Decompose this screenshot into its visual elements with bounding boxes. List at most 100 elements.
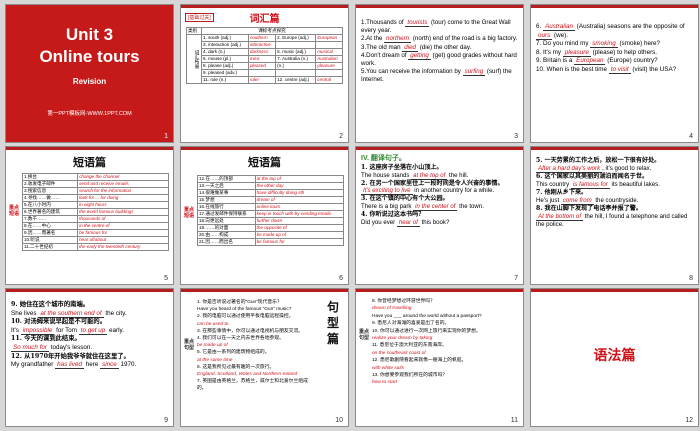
slide-number: 5 [164, 275, 168, 282]
slide-text: in the centre of [77, 222, 169, 230]
slide-text: 4.Don't dream of [361, 51, 409, 59]
slide-number: 12 [685, 417, 693, 424]
slide-text: smoking [590, 40, 618, 49]
slide-text: 8. 我在山脚下发现了电话亭并报了警。 [536, 205, 642, 212]
slide-text: 12. 从1970年开始我爷爷就住在这里了。 [11, 352, 130, 360]
slide-thumbnail-5[interactable]: 短语篇 重点短语 1.换台 change the channel 2.收发电子邮件… [5, 146, 174, 285]
slide-text: She lives [11, 309, 39, 317]
slide-text: the town. [457, 202, 484, 210]
slide-text: getting [408, 51, 431, 60]
slide-text: how to start [372, 380, 397, 386]
slide-text: 4. 你听说过这本书吗？ [361, 210, 425, 218]
slide-text: send and receive emails [77, 180, 169, 188]
slide-thumbnail-11[interactable]: 重点句型 8. 你曾经梦想过环游世界吗？ dream of travelling… [355, 288, 524, 427]
slide-thumbnail-4[interactable]: 6. Australian (Australia) seasons are th… [530, 4, 699, 143]
slide-text: 9.因……而著名 [21, 229, 79, 237]
slide-text: 11. 今天的课到此结束。 [11, 335, 81, 343]
slide-heading: 短语篇 [248, 156, 281, 169]
slide-text: 1.Thousands of [361, 19, 406, 26]
slide-text: dream of travelling [372, 306, 412, 312]
slide-text: musical [315, 48, 343, 56]
slide-text: on the southeast coast of [372, 350, 426, 356]
slide-text: at the top of [411, 171, 448, 180]
slide-number: 6 [339, 275, 343, 282]
slide-text: 11. 悉尼位于澳大利亚的东南海岸。 [372, 343, 447, 349]
slide-text: northern [384, 35, 412, 44]
slide-text: 3.搜索信息 [21, 187, 79, 195]
slide-thumbnail-1[interactable]: Unit 3 Online tours Revision 第一PPT模板网-WW… [5, 4, 174, 143]
slide-text: keep in touch with by sending emails [254, 210, 345, 218]
slide-number: 1 [164, 133, 168, 140]
slide-text: 7. 他刚从乡下来。 [536, 189, 588, 196]
translation-list: 1. 这座房子坐落在小山顶上。 The house stands at the … [361, 164, 519, 227]
slide-text: 5. music (adj.) [275, 48, 317, 56]
slide-thumbnail-3[interactable]: 1.Thousands of tourists (tour) come to t… [355, 4, 524, 143]
slide-text: 16.在线旅行 [197, 203, 256, 211]
slide-text: the opposite of [254, 224, 345, 232]
slide-text: pleasure [562, 48, 591, 57]
slide-text: After a hard day's work [536, 165, 603, 173]
slide-subtitle: Revision [72, 77, 107, 86]
slide-number: 4 [689, 133, 693, 140]
slide-text: 12. centre (adj.) [275, 76, 317, 84]
slide-text: pleasure [315, 62, 343, 70]
slide-number: 11 [510, 417, 518, 424]
slide-text: This country [536, 181, 571, 188]
slide-text: 4.寻找……做…… [21, 194, 79, 202]
slide-text: 8. please (adj.) [201, 62, 249, 70]
slide-text: 2. 我的电脑可以通过使用平板电脑远程操控。 [197, 314, 294, 320]
slide-text: 9. pleased (adv.) [201, 69, 249, 77]
table-header: 课标考点探究 [201, 27, 343, 35]
slide-text: There is a big park [361, 202, 414, 210]
slide-text: the city. [103, 309, 127, 317]
sentence-list: 1. 你是否听说过著名的“Gun”现代音乐？ Have you heard of… [197, 299, 312, 393]
slide-text: 10. 对汤姆来说早起是不可能的。 [11, 318, 107, 326]
slide-thumbnail-12[interactable]: 语法篇 12 [530, 288, 699, 427]
slide-text: Did you ever [361, 218, 397, 226]
slide-text: (Europe) country? [605, 57, 658, 65]
slide-thumbnail-6[interactable]: 短语篇 重点短语 12.在……的顶部 at the top of 13.一天之后 t… [180, 146, 349, 285]
slide-text: 9. Britain is a [536, 57, 575, 65]
slide-number: 7 [514, 275, 518, 282]
slide-text: 11.二十世纪初 [21, 243, 79, 251]
slide-number: 3 [514, 133, 518, 140]
slide-text: 6. mouse (pl.) [201, 55, 249, 63]
slide-text: Have you ___ around the world without a … [372, 313, 482, 319]
slide-title-topic: Online tours [39, 47, 140, 66]
slide-text: 12.在……的顶部 [197, 175, 256, 183]
slide-sorter: Unit 3 Online tours Revision 第一PPT模板网-WW… [0, 0, 700, 431]
slide-text: be famous for [254, 238, 345, 246]
slide-text: here [83, 361, 101, 369]
slide-text: At the bottom of [536, 213, 584, 221]
side-label: 重点句型 [359, 329, 370, 341]
slide-number: 2 [339, 133, 343, 140]
slide-text: in eight hours [77, 201, 169, 209]
slide-text: (smoke) here? [617, 40, 661, 48]
slide-text: 3. 在这个镇的中心有个大公园。 [361, 195, 449, 203]
slide-text: ruler [247, 76, 277, 84]
slide-text: 4. 我们可以在一天之内去世界各地参观。 [197, 336, 284, 342]
slide-thumbnail-10[interactable]: 重点句型 1. 你是否听说过著名的“Gun”现代音乐？ Have you hea… [180, 288, 349, 427]
slide-text: surfing [462, 68, 486, 77]
side-label: 词汇拓展 [186, 34, 202, 84]
slide-text: pleased [247, 62, 277, 70]
slide-text: 2.At the [361, 35, 385, 43]
slide-text: in the center of [413, 202, 458, 211]
slide-text: It's [11, 326, 21, 334]
slide-footer: 第一PPT模板网-WWW.1PPT.COM [47, 111, 132, 117]
slide-text: The house stands [361, 171, 412, 179]
exercise-line: 6. Australian (Australia) seasons are th… [536, 23, 693, 32]
exercise-line: 2.At the northern (north) end of the roa… [361, 35, 518, 44]
slide-text: this book? [419, 218, 450, 226]
slide-text: (die) the other day. [417, 43, 472, 51]
slide-text: 6. 这个国家以其美丽的湖泊而闻名于世。 [536, 173, 649, 180]
slide-thumbnail-8[interactable]: 5. 一天劳累的工作之后，放松一下很有好处。 After a hard day'… [530, 146, 699, 285]
slide-text: (n.) [275, 62, 317, 70]
slide-thumbnail-9[interactable]: 9. 她住在这个城市的南端。 She lives at the southern… [5, 288, 174, 427]
slide-thumbnail-2[interactable]: [基础过关] 词汇篇 类别 课标考点探究 词汇拓展 1. south (adj.)… [180, 4, 349, 143]
slide-text: 3. interaction (adj.) [201, 41, 249, 49]
slide-thumbnail-7[interactable]: IV. 翻译句子。 1. 这座房子坐落在小山顶上。 The house stan… [355, 146, 524, 285]
slide-text: for Tom [54, 326, 79, 334]
slide-text: (please) to help others. [590, 48, 658, 56]
exercise-list: 6. Australian (Australia) seasons are th… [536, 23, 693, 75]
